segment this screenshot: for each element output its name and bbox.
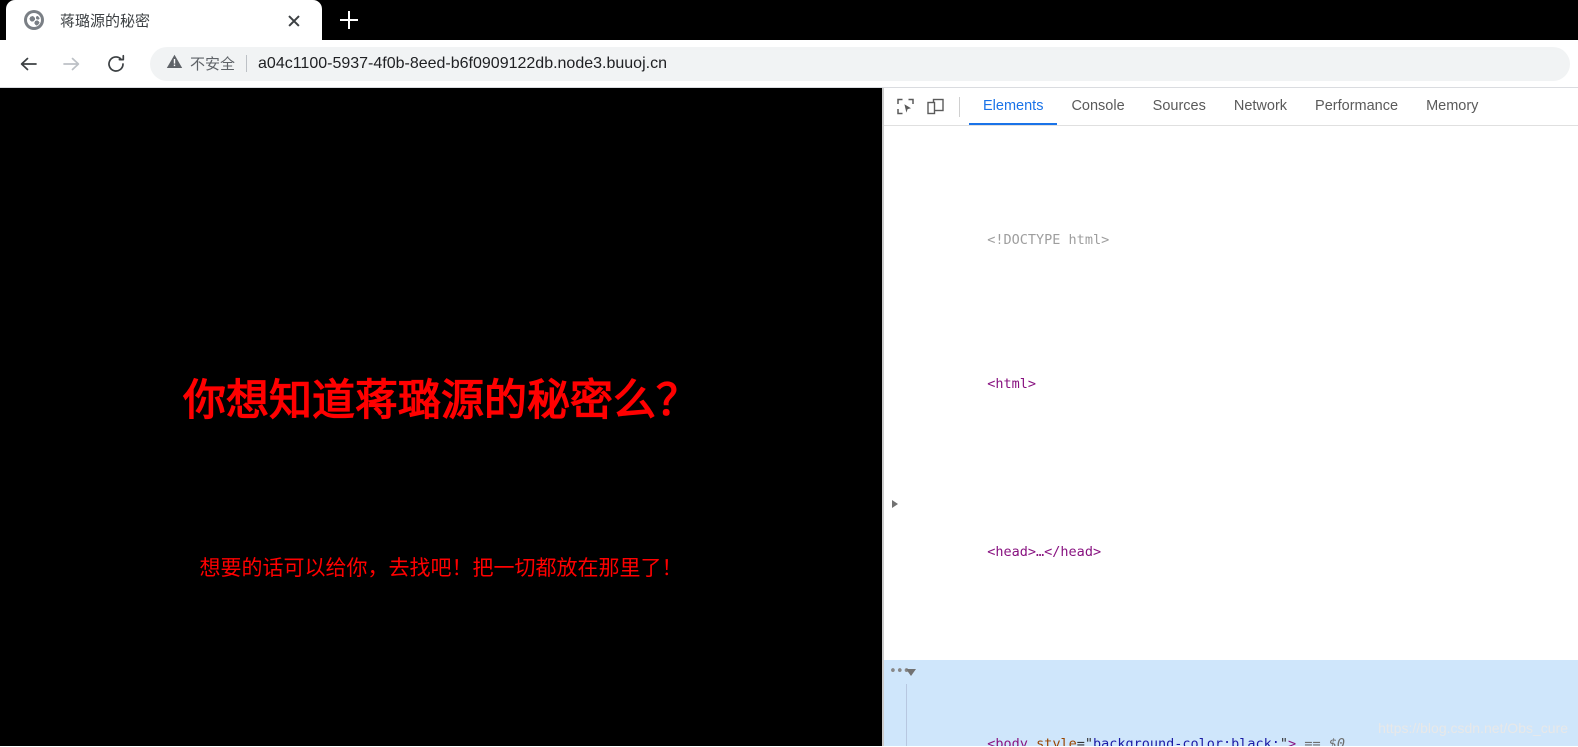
globe-icon (24, 10, 44, 30)
tab-console[interactable]: Console (1057, 88, 1138, 125)
new-tab-button[interactable] (332, 3, 366, 37)
tab-sources[interactable]: Sources (1139, 88, 1220, 125)
warning-triangle-icon (166, 53, 183, 75)
dom-node-html-open[interactable]: <html> (884, 348, 1578, 420)
content-split: 你想知道蒋璐源的秘密么？ 想要的话可以给你，去找吧！把一切都放在那里了！ (0, 88, 1578, 746)
toolbar-divider (959, 97, 960, 117)
devtools-tabbar: Elements Console Sources Network Perform… (884, 88, 1578, 126)
tree-guide-line (906, 684, 907, 746)
page-paragraph: 想要的话可以给你，去找吧！把一切都放在那里了！ (0, 552, 882, 582)
chevron-down-icon[interactable] (906, 669, 916, 676)
address-bar[interactable]: 不安全 a04c1100-5937-4f0b-8eed-b6f0909122db… (150, 47, 1570, 81)
omnibox-divider (246, 55, 247, 72)
dom-tree[interactable]: <!DOCTYPE html> <html> <head>…</head> ••… (884, 126, 1578, 746)
security-status-label: 不安全 (190, 53, 235, 74)
tab-strip: 蒋璐源的秘密 (0, 0, 1578, 40)
browser-window: 蒋璐源的秘密 (0, 0, 1578, 747)
forward-arrow-icon (54, 46, 90, 82)
web-page-viewport: 你想知道蒋璐源的秘密么？ 想要的话可以给你，去找吧！把一切都放在那里了！ (0, 88, 882, 746)
watermark: https://blog.csdn.net/Obs_cure (1378, 716, 1568, 740)
close-icon[interactable] (282, 8, 306, 32)
dom-node-doctype[interactable]: <!DOCTYPE html> (884, 204, 1578, 276)
devtools-panel: Elements Console Sources Network Perform… (882, 88, 1578, 746)
body-attr-value: background-color:black; (1093, 736, 1280, 746)
head-collapsed-text: <head>…</head> (987, 544, 1101, 560)
tab-performance[interactable]: Performance (1301, 88, 1412, 125)
reload-icon[interactable] (98, 46, 134, 82)
html-open-tag: <html> (987, 376, 1036, 392)
selected-node-ref: == $0 (1304, 736, 1345, 746)
tab-memory[interactable]: Memory (1412, 88, 1492, 125)
dom-node-head[interactable]: <head>…</head> (884, 492, 1578, 588)
back-arrow-icon[interactable] (10, 46, 46, 82)
tab-elements[interactable]: Elements (969, 88, 1057, 125)
browser-tab[interactable]: 蒋璐源的秘密 (6, 0, 322, 40)
device-toolbar-icon[interactable] (920, 88, 950, 125)
browser-toolbar: 不安全 a04c1100-5937-4f0b-8eed-b6f0909122db… (0, 40, 1578, 88)
page-heading: 你想知道蒋璐源的秘密么？ (0, 366, 882, 428)
url-text: a04c1100-5937-4f0b-8eed-b6f0909122db.nod… (258, 55, 667, 73)
doctype-text: <!DOCTYPE html> (987, 232, 1109, 248)
inspect-element-icon[interactable] (890, 88, 920, 125)
tab-network[interactable]: Network (1220, 88, 1301, 125)
body-open-tag: <body (987, 736, 1028, 746)
body-attr-name: style (1036, 736, 1077, 746)
tab-title: 蒋璐源的秘密 (60, 10, 282, 31)
chevron-right-icon[interactable] (892, 500, 898, 508)
